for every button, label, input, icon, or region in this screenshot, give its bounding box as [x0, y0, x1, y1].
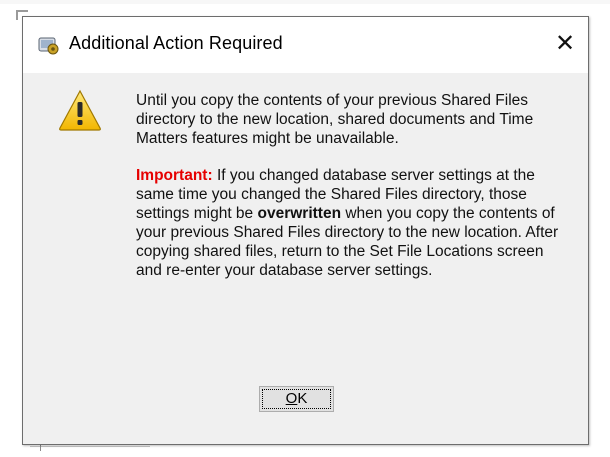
message-paragraph-1: Until you copy the contents of your prev…: [136, 92, 534, 147]
ok-label-rest: K: [297, 390, 308, 407]
important-label: Important:: [136, 167, 213, 184]
dialog-message: Until you copy the contents of your prev…: [136, 91, 566, 298]
dialog-titlebar[interactable]: Additional Action Required ✕: [23, 17, 588, 73]
background-window-edge: [0, 0, 610, 4]
warning-icon: [59, 89, 101, 131]
ok-button[interactable]: OK: [259, 386, 334, 412]
close-icon: ✕: [554, 29, 576, 57]
message-paragraph-2: Important: If you changed database serve…: [136, 166, 566, 280]
additional-action-dialog: Additional Action Required ✕ Until you c…: [22, 16, 589, 445]
close-button[interactable]: ✕: [542, 23, 588, 63]
settings-app-icon: [38, 37, 59, 55]
overwritten-emphasis: overwritten: [257, 205, 342, 222]
ok-mnemonic: O: [285, 390, 298, 407]
ok-button-label: OK: [260, 390, 333, 407]
dialog-title: Additional Action Required: [69, 33, 283, 53]
